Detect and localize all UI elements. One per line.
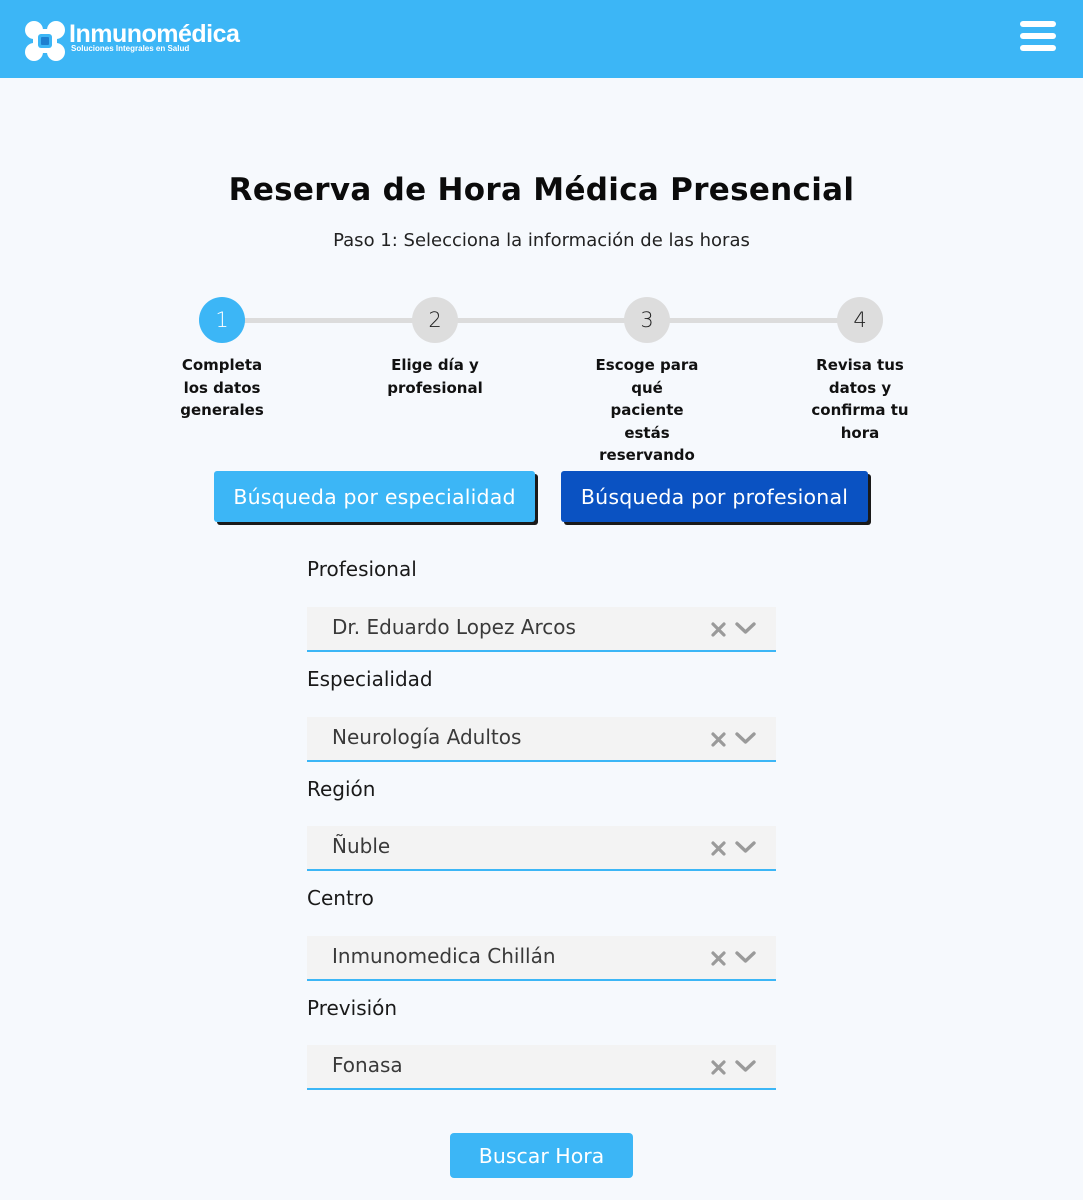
step-4: 4 Revisa tus datos y confirma tu hora xyxy=(800,297,920,444)
clear-icon[interactable] xyxy=(711,841,726,856)
step-1-label: Completa los datos generales xyxy=(180,356,264,419)
step-4-circle: 4 xyxy=(837,297,883,343)
insurance-label: Previsión xyxy=(307,996,398,1020)
specialty-select[interactable]: Neurología Adultos xyxy=(307,717,776,762)
step-1: 1 Completa los datos generales xyxy=(162,297,282,422)
professional-select-value: Dr. Eduardo Lopez Arcos xyxy=(332,615,576,639)
chevron-down-icon[interactable] xyxy=(735,840,756,854)
chevron-down-icon[interactable] xyxy=(735,731,756,745)
region-label: Región xyxy=(307,777,376,801)
stepper-line xyxy=(222,318,860,323)
insurance-select[interactable]: Fonasa xyxy=(307,1045,776,1090)
clear-icon[interactable] xyxy=(711,951,726,966)
page-subtitle: Paso 1: Selecciona la información de las… xyxy=(333,230,750,251)
clear-icon[interactable] xyxy=(711,1060,726,1075)
step-2-label: Elige día y profesional xyxy=(387,356,483,397)
center-label: Centro xyxy=(307,886,374,910)
center-select[interactable]: Inmunomedica Chillán xyxy=(307,936,776,981)
step-4-label: Revisa tus datos y confirma tu hora xyxy=(811,356,909,442)
brand-logo[interactable]: Inmunomédica Soluciones Integrales en Sa… xyxy=(24,20,240,62)
search-by-specialty-button[interactable]: Búsqueda por especialidad xyxy=(214,471,535,522)
region-select[interactable]: Ñuble xyxy=(307,826,776,871)
chevron-down-icon[interactable] xyxy=(735,950,756,964)
specialty-label: Especialidad xyxy=(307,667,433,691)
step-3-circle: 3 xyxy=(624,297,670,343)
specialty-select-value: Neurología Adultos xyxy=(332,725,522,749)
professional-label: Profesional xyxy=(307,557,417,581)
chevron-down-icon[interactable] xyxy=(735,621,756,635)
professional-select[interactable]: Dr. Eduardo Lopez Arcos xyxy=(307,607,776,652)
step-1-circle: 1 xyxy=(199,297,245,343)
region-select-value: Ñuble xyxy=(332,834,391,858)
insurance-select-value: Fonasa xyxy=(332,1053,403,1077)
clear-icon[interactable] xyxy=(711,622,726,637)
clear-icon[interactable] xyxy=(711,732,726,747)
center-select-value: Inmunomedica Chillán xyxy=(332,944,556,968)
chevron-down-icon[interactable] xyxy=(735,1059,756,1073)
top-header: Inmunomédica Soluciones Integrales en Sa… xyxy=(0,0,1083,78)
step-3-label: Escoge para qué paciente estás reservand… xyxy=(595,356,699,464)
step-2: 2 Elige día y profesional xyxy=(375,297,495,399)
flower-logo-icon xyxy=(24,20,66,62)
hamburger-menu-icon[interactable] xyxy=(1020,21,1056,55)
step-3: 3 Escoge para qué paciente estás reserva… xyxy=(587,297,707,467)
step-2-circle: 2 xyxy=(412,297,458,343)
search-appointment-button[interactable]: Buscar Hora xyxy=(450,1133,633,1178)
page-title: Reserva de Hora Médica Presencial xyxy=(228,172,855,208)
search-by-professional-button[interactable]: Búsqueda por profesional xyxy=(561,471,868,522)
